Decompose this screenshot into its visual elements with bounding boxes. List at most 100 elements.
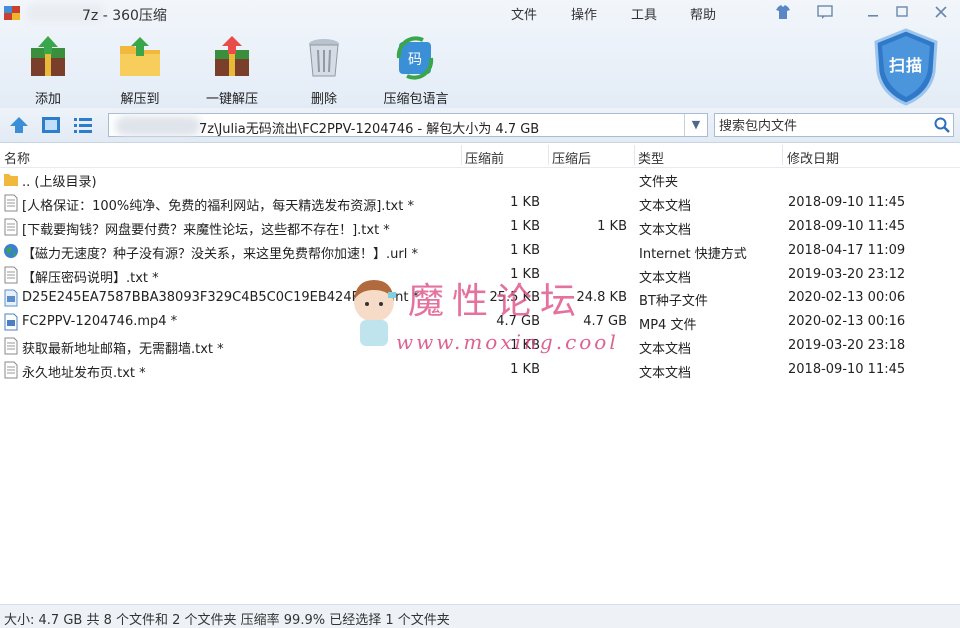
file-type: BT种子文件: [639, 294, 708, 310]
file-name: 获取最新地址邮箱，无需翻墙.txt *: [22, 342, 224, 358]
column-header-row: 名称 压缩前 压缩后 类型 修改日期: [0, 143, 960, 168]
app-logo-icon: [4, 6, 20, 20]
table-row[interactable]: FC2PPV-1204746.mp4 * 4.7 GB 4.7 GB MP4 文件 20…: [0, 310, 960, 334]
large-icon-view-icon[interactable]: [40, 115, 62, 135]
file-modified-date: 2018-09-10 11:45: [788, 362, 906, 378]
chevron-down-icon: ▼: [691, 118, 701, 131]
file-name: [人格保证：100%纯净、免费的福利网站，每天精选发布资源].txt *: [22, 198, 414, 214]
maximize-icon[interactable]: [893, 3, 911, 21]
column-divider[interactable]: [634, 145, 635, 165]
up-arrow-icon[interactable]: [8, 115, 30, 135]
extract-to-label: 解压到: [120, 92, 160, 107]
file-type: 文本文档: [639, 198, 692, 214]
file-modified-date: 2020-02-13 00:06: [788, 290, 906, 306]
add-label: 添加: [34, 92, 61, 107]
file-packed-size: 1 KB: [510, 338, 540, 354]
one-click-extract-icon: [215, 36, 249, 76]
table-row[interactable]: [下载要掏钱？网盘要付费？来魔性论坛，这些都不存在！].txt * 1 KB 1 K…: [0, 215, 960, 239]
window-title: 7z - 360压缩: [82, 8, 167, 24]
menu-help[interactable]: 帮助: [690, 4, 716, 23]
search-icon[interactable]: [933, 116, 951, 134]
scan-button[interactable]: 扫描: [872, 28, 940, 106]
minimize-icon[interactable]: [864, 3, 882, 21]
search-input[interactable]: [717, 116, 931, 136]
delete-label: 删除: [310, 92, 337, 107]
status-bar: 大小: 4.7 GB 共 8 个文件和 2 个文件夹 压缩率 99.9% 已经选…: [0, 604, 960, 628]
app-window: 7z - 360压缩 文件 操作 工具 帮助 添加 解压到 一键解压 删除 码 …: [0, 0, 960, 628]
skin-icon[interactable]: [774, 3, 792, 21]
archive-language-button[interactable]: 码 压缩包语言: [376, 34, 456, 107]
file-list: .. (上级目录) 文件夹 [人格保证：100%纯净、免费的福利网站，每天精选发布资…: [0, 167, 960, 382]
file-modified-date: 2018-09-10 11:45: [788, 194, 906, 210]
column-header-name[interactable]: 名称: [4, 148, 30, 167]
text-file-icon: [3, 337, 19, 355]
column-header-original[interactable]: 压缩后: [552, 148, 591, 167]
file-original-size: 4.7 GB: [583, 314, 627, 330]
svg-text:码: 码: [408, 52, 422, 68]
table-row[interactable]: [人格保证：100%纯净、免费的福利网站，每天精选发布资源].txt * 1 KB…: [0, 191, 960, 215]
column-divider[interactable]: [548, 145, 549, 165]
column-header-modified[interactable]: 修改日期: [787, 148, 839, 167]
language-icon: 码: [396, 36, 434, 80]
file-packed-size: 1 KB: [510, 242, 540, 258]
add-button[interactable]: 添加: [8, 34, 88, 107]
address-bar[interactable]: 7z\Julia无码流出\FC2PPV-1204746 - 解包大小为 4.7 …: [108, 113, 708, 137]
table-row[interactable]: 获取最新地址邮箱，无需翻墙.txt * 1 KB 文本文档 2019-03-20 23…: [0, 334, 960, 358]
table-row[interactable]: .. (上级目录) 文件夹: [0, 167, 960, 191]
file-packed-size: 1 KB: [510, 362, 540, 378]
column-header-type[interactable]: 类型: [638, 148, 664, 167]
menu-file[interactable]: 文件: [511, 4, 537, 23]
one-click-extract-label: 一键解压: [205, 92, 258, 107]
column-divider[interactable]: [782, 145, 783, 165]
torrent-file-icon: [3, 289, 19, 307]
extract-to-button[interactable]: 解压到: [100, 34, 180, 107]
delete-button[interactable]: 删除: [284, 34, 364, 107]
file-name: 【解压密码说明】.txt *: [22, 270, 159, 286]
file-name: [下载要掏钱？网盘要付费？来魔性论坛，这些都不存在！].txt *: [22, 222, 390, 238]
one-click-extract-button[interactable]: 一键解压: [192, 34, 272, 107]
column-divider[interactable]: [461, 145, 462, 165]
file-name: D25E245EA7587BBA38093F329C4B5C0C19EB424E…: [22, 290, 420, 306]
file-packed-size: 25.5 KB: [489, 290, 540, 306]
text-file-icon: [3, 218, 19, 236]
file-original-size: 1 KB: [597, 218, 627, 234]
file-name: 【磁力无速度？种子没有源？没关系，来这里免费帮你加速！】.url *: [22, 246, 418, 262]
menu-operate[interactable]: 操作: [571, 4, 597, 23]
file-type: Internet 快捷方式: [639, 246, 747, 262]
file-packed-size: 1 KB: [510, 194, 540, 210]
file-modified-date: 2019-03-20 23:12: [788, 266, 906, 282]
address-path: 7z\Julia无码流出\FC2PPV-1204746 - 解包大小为 4.7 …: [199, 122, 540, 137]
file-modified-date: 2018-04-17 11:09: [788, 242, 906, 258]
address-redaction: [115, 116, 201, 136]
close-icon[interactable]: [932, 3, 950, 21]
archive-language-label: 压缩包语言: [383, 92, 449, 107]
video-file-icon: [3, 313, 19, 331]
folder-icon: [3, 170, 19, 188]
file-type: 文件夹: [639, 175, 679, 190]
search-box: [714, 113, 954, 137]
file-packed-size: 1 KB: [510, 266, 540, 282]
column-header-packed[interactable]: 压缩前: [465, 148, 504, 167]
address-dropdown-button[interactable]: ▼: [684, 114, 707, 136]
title-bar: 7z - 360压缩 文件 操作 工具 帮助: [0, 0, 960, 26]
file-packed-size: 4.7 GB: [496, 314, 540, 330]
feedback-icon[interactable]: [816, 3, 834, 21]
table-row[interactable]: 永久地址发布页.txt * 1 KB 文本文档 2018-09-10 11:45: [0, 358, 960, 382]
file-name: FC2PPV-1204746.mp4 *: [22, 314, 178, 330]
address-row: 7z\Julia无码流出\FC2PPV-1204746 - 解包大小为 4.7 …: [0, 108, 960, 143]
file-type: 文本文档: [639, 342, 692, 358]
status-text: 大小: 4.7 GB 共 8 个文件和 2 个文件夹 压缩率 99.9% 已经选…: [4, 613, 450, 628]
file-modified-date: 2018-09-10 11:45: [788, 218, 906, 234]
file-packed-size: 1 KB: [510, 218, 540, 234]
file-type: 文本文档: [639, 270, 692, 286]
list-view-icon[interactable]: [72, 115, 94, 135]
table-row[interactable]: 【解压密码说明】.txt * 1 KB 文本文档 2019-03-20 23:12: [0, 263, 960, 287]
table-row[interactable]: 【磁力无速度？种子没有源？没关系，来这里免费帮你加速！】.url * 1 KB In…: [0, 239, 960, 263]
add-archive-icon: [31, 36, 65, 76]
text-file-icon: [3, 266, 19, 284]
file-name: 永久地址发布页.txt *: [22, 366, 146, 382]
menu-tools[interactable]: 工具: [631, 4, 657, 23]
table-row[interactable]: D25E245EA7587BBA38093F329C4B5C0C19EB424E…: [0, 286, 960, 310]
file-modified-date: 2019-03-20 23:18: [788, 338, 906, 354]
file-modified-date: 2020-02-13 00:16: [788, 314, 906, 330]
